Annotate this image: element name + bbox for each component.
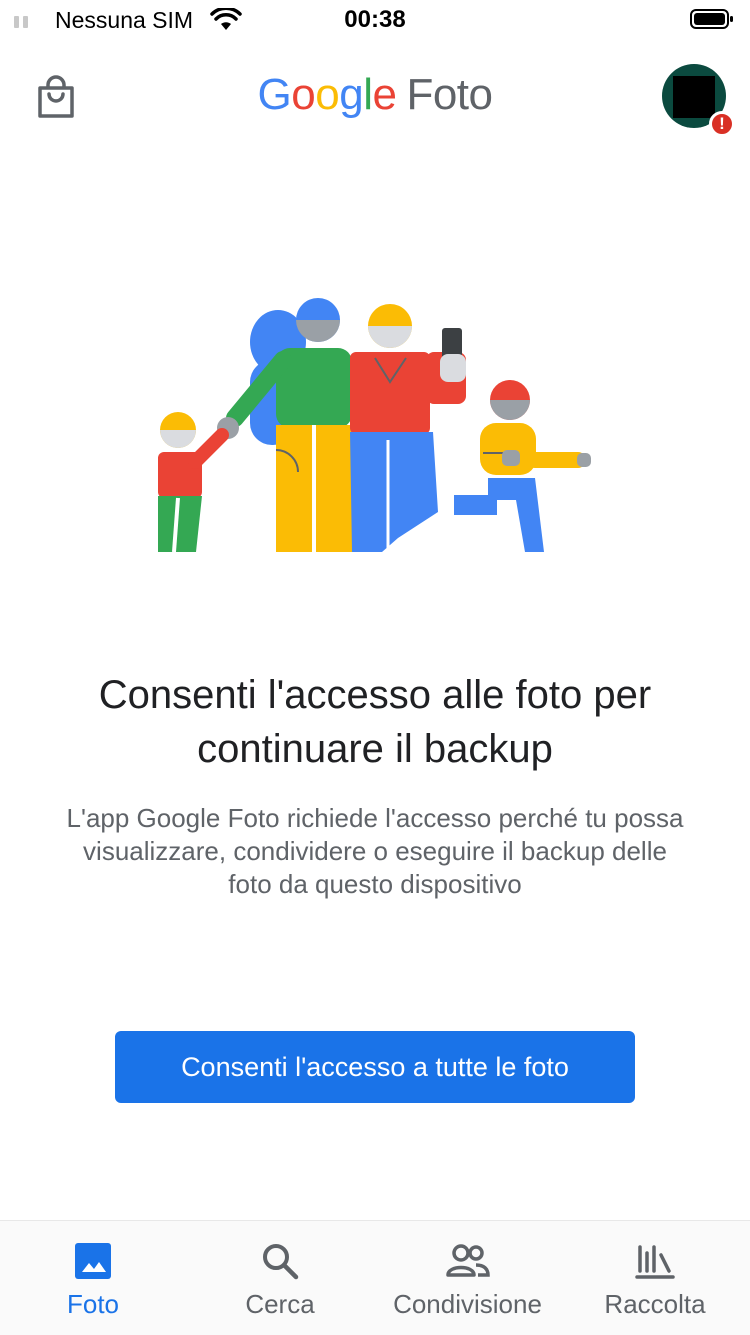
tab-label: Raccolta — [604, 1289, 706, 1319]
account-avatar-button[interactable]: ! — [662, 64, 735, 137]
app-header: Google Foto ! — [0, 48, 750, 148]
photo-icon — [75, 1243, 111, 1279]
page-title: Consenti l'accesso alle foto per continu… — [98, 673, 652, 771]
tab-raccolta[interactable]: Raccolta — [590, 1221, 720, 1335]
status-bar: Nessuna SIM 00:38 — [0, 0, 750, 40]
clock: 00:38 — [344, 6, 406, 33]
search-icon — [263, 1244, 299, 1280]
battery-icon — [690, 9, 733, 29]
alert-badge: ! — [709, 111, 735, 137]
bottom-navigation: Foto Cerca Condivisione Raccolta — [0, 1220, 750, 1335]
tab-cerca[interactable]: Cerca — [215, 1221, 345, 1335]
people-icon — [445, 1244, 490, 1277]
family-illustration — [158, 298, 591, 553]
tab-label: Condivisione — [393, 1289, 542, 1319]
google-photos-logo: Google Foto — [257, 70, 494, 119]
tab-condivisione[interactable]: Condivisione — [380, 1221, 555, 1335]
tab-label: Foto — [66, 1289, 120, 1319]
tab-label: Cerca — [245, 1289, 315, 1319]
tab-foto[interactable]: Foto — [28, 1221, 158, 1335]
library-icon — [635, 1245, 675, 1279]
description-text: L'app Google Foto richiede l'accesso per… — [66, 803, 684, 899]
allow-all-photos-button[interactable]: Consenti l'accesso a tutte le foto — [115, 1031, 635, 1103]
